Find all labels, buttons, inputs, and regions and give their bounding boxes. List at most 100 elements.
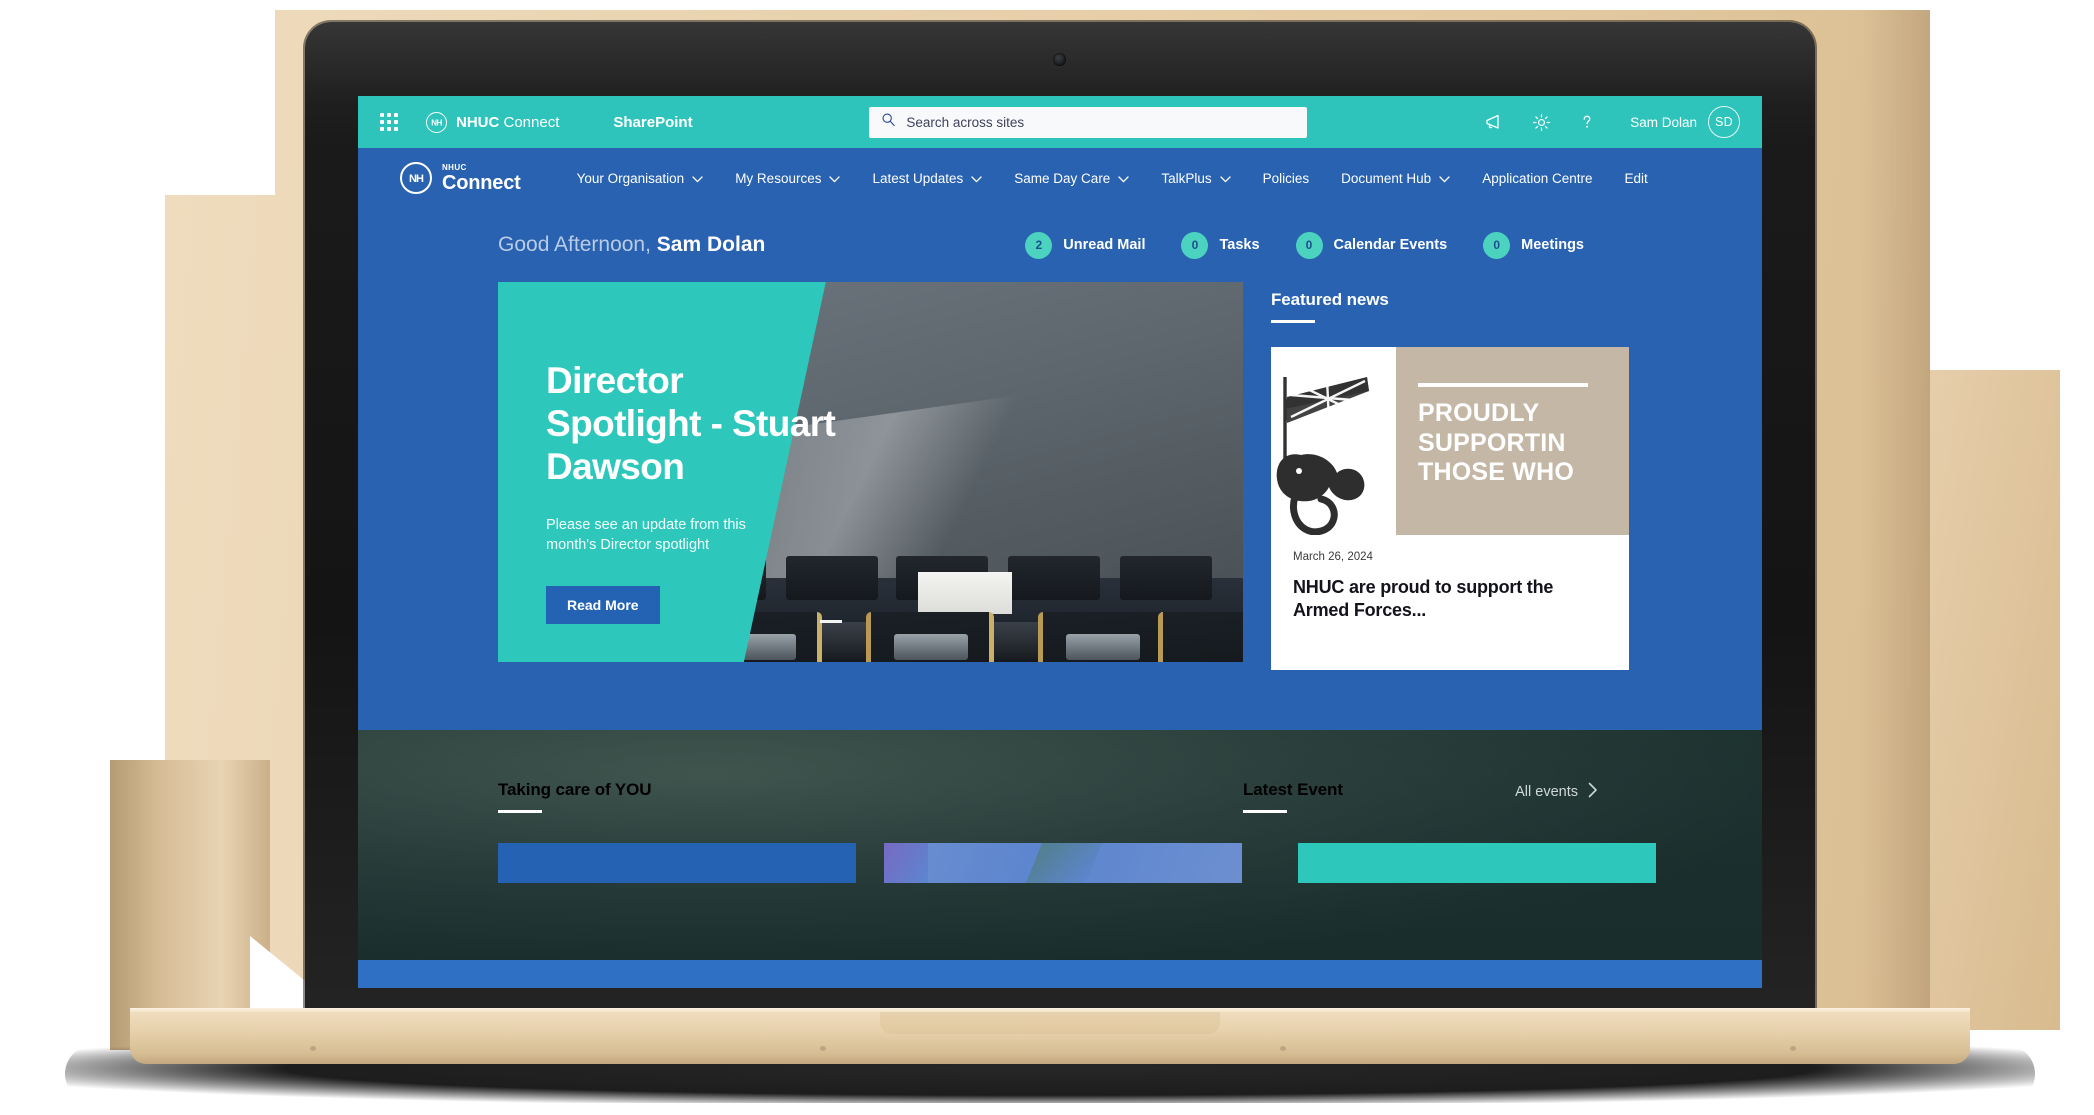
- site-logo[interactable]: NH NHUC Connect: [400, 162, 521, 194]
- all-events-label: All events: [1515, 784, 1578, 800]
- svg-text:NH: NH: [431, 118, 442, 127]
- taking-care-heading: Taking care of YOU: [498, 780, 652, 799]
- nav-label: Same Day Care: [1014, 170, 1111, 186]
- lower-section: Taking care of YOU Latest Event All even…: [358, 730, 1762, 960]
- stat-label: Calendar Events: [1333, 237, 1448, 253]
- greeting-band: Good Afternoon, Sam Dolan 2 Unread Mail …: [358, 208, 1762, 282]
- photo-chair-front: [1158, 612, 1243, 662]
- lower-headings-row: Taking care of YOU Latest Event All even…: [498, 780, 1670, 813]
- megaphone-icon[interactable]: [1484, 111, 1506, 133]
- nav-item-same-day-care[interactable]: Same Day Care: [998, 148, 1145, 208]
- carousel-dot-active[interactable]: [820, 620, 842, 623]
- suite-app-name[interactable]: SharePoint: [613, 114, 692, 131]
- featured-news-column: Featured news PROUDLY SUPPORTIN THOSE WH…: [1271, 282, 1670, 670]
- thumb-line-2: SUPPORTIN: [1418, 428, 1566, 457]
- stat-meetings[interactable]: 0 Meetings: [1483, 231, 1584, 259]
- read-more-button[interactable]: Read More: [546, 585, 660, 624]
- search-box[interactable]: [869, 106, 1308, 138]
- webcam-icon: [1053, 53, 1066, 66]
- suite-bar-actions: Sam Dolan SD: [1484, 106, 1740, 138]
- chevron-down-icon: [692, 171, 703, 186]
- nav-label: My Resources: [735, 170, 822, 186]
- featured-news-card[interactable]: PROUDLY SUPPORTIN THOSE WHO March 26, 20…: [1271, 347, 1629, 670]
- chevron-down-icon: [1219, 171, 1231, 186]
- nav-item-policies[interactable]: Policies: [1247, 148, 1326, 208]
- nav-item-edit[interactable]: Edit: [1609, 148, 1664, 208]
- stat-label: Meetings: [1521, 237, 1584, 253]
- heading-underline: [498, 810, 542, 813]
- studio-backdrop-notch: [165, 10, 275, 195]
- stats-row: 2 Unread Mail 0 Tasks 0 Calendar Events …: [1025, 231, 1584, 259]
- chevron-down-icon: [1439, 171, 1450, 186]
- nhuc-ring-logo-icon: NH: [400, 162, 432, 194]
- stat-calendar-events[interactable]: 0 Calendar Events: [1295, 231, 1448, 259]
- hero-row: Director Spotlight - Stuart Dawson Pleas…: [358, 282, 1762, 670]
- studio-backdrop-left-column: [110, 760, 270, 1050]
- chevron-down-icon: [971, 171, 982, 186]
- search-input[interactable]: [906, 114, 1296, 130]
- latest-event-card[interactable]: [1298, 843, 1656, 883]
- site-logo-small-text: NHUC: [442, 162, 467, 172]
- all-events-link[interactable]: All events: [1515, 780, 1598, 802]
- heading-underline: [1243, 810, 1287, 813]
- nav-item-your-organisation[interactable]: Your Organisation: [561, 148, 720, 208]
- stat-label: Unread Mail: [1063, 237, 1146, 253]
- nav-item-my-resources[interactable]: My Resources: [719, 148, 856, 208]
- thumb-line-3: THOSE WHO: [1418, 458, 1574, 486]
- taking-care-header: Taking care of YOU: [498, 780, 1243, 813]
- photo-table-object: [918, 572, 1012, 614]
- suite-brand-rest: Connect: [499, 113, 560, 131]
- heading-underline: [1271, 320, 1315, 323]
- nav-label: Document Hub: [1341, 170, 1432, 186]
- nav-label: Edit: [1624, 170, 1648, 186]
- stat-tasks[interactable]: 0 Tasks: [1181, 231, 1260, 259]
- stat-count: 2: [1025, 231, 1053, 259]
- nav-items: Your Organisation My Resources Latest Up…: [561, 148, 1664, 208]
- taking-care-card-1[interactable]: [498, 843, 856, 883]
- search-icon: [881, 112, 896, 132]
- laptop-foot: [1280, 1046, 1286, 1051]
- stat-unread-mail[interactable]: 2 Unread Mail: [1025, 231, 1146, 259]
- laptop-base-notch: [880, 1012, 1220, 1034]
- app-launcher-icon[interactable]: [380, 113, 398, 131]
- suite-brand[interactable]: NH NHUC Connect: [426, 111, 560, 133]
- stat-count: 0: [1483, 231, 1511, 259]
- news-title[interactable]: NHUC are proud to support the Armed Forc…: [1293, 576, 1607, 623]
- nav-label: Policies: [1262, 170, 1310, 186]
- stat-count: 0: [1295, 231, 1323, 259]
- chevron-right-icon: [1588, 782, 1598, 802]
- help-icon[interactable]: [1576, 111, 1598, 133]
- latest-event-heading-group: Latest Event: [1243, 780, 1343, 813]
- nav-label: Latest Updates: [872, 170, 964, 186]
- photo-chair-leg: [1066, 634, 1140, 660]
- nav-label: Application Centre: [1482, 170, 1593, 186]
- sharepoint-suite-bar: NH NHUC Connect SharePoint Search across…: [358, 96, 1762, 148]
- greeting-user-name: Sam Dolan: [656, 233, 766, 256]
- news-date: March 26, 2024: [1293, 551, 1373, 563]
- carousel-indicator[interactable]: [820, 620, 842, 623]
- nav-item-document-hub[interactable]: Document Hub: [1325, 148, 1466, 208]
- photo-chair-back: [1008, 556, 1100, 600]
- laptop-foot: [310, 1046, 316, 1051]
- gear-icon[interactable]: [1530, 111, 1552, 133]
- news-thumbnail: PROUDLY SUPPORTIN THOSE WHO: [1271, 347, 1629, 535]
- chevron-down-icon: [829, 171, 841, 186]
- photo-chair-leg: [894, 634, 968, 660]
- chevron-down-icon: [1118, 171, 1129, 186]
- studio-backdrop-shade: [1860, 10, 1930, 1050]
- nav-item-talkplus[interactable]: TalkPlus: [1145, 148, 1246, 208]
- hero-title: Director Spotlight - Stuart Dawson: [546, 360, 836, 487]
- stat-label: Tasks: [1219, 237, 1260, 253]
- hero-section: Director Spotlight - Stuart Dawson Pleas…: [358, 282, 1762, 730]
- nav-item-latest-updates[interactable]: Latest Updates: [856, 148, 998, 208]
- avatar[interactable]: SD: [1708, 106, 1740, 138]
- caption-rule: [1418, 383, 1588, 387]
- nav-item-application-centre[interactable]: Application Centre: [1466, 148, 1608, 208]
- hero-banner[interactable]: Director Spotlight - Stuart Dawson Pleas…: [498, 282, 1243, 662]
- taking-care-card-2[interactable]: [884, 843, 1242, 883]
- nav-label: Your Organisation: [576, 170, 685, 186]
- featured-news-heading: Featured news: [1271, 290, 1389, 309]
- svg-text:NH: NH: [409, 173, 424, 185]
- stat-count: 0: [1181, 231, 1209, 259]
- user-menu[interactable]: Sam Dolan SD: [1630, 106, 1740, 138]
